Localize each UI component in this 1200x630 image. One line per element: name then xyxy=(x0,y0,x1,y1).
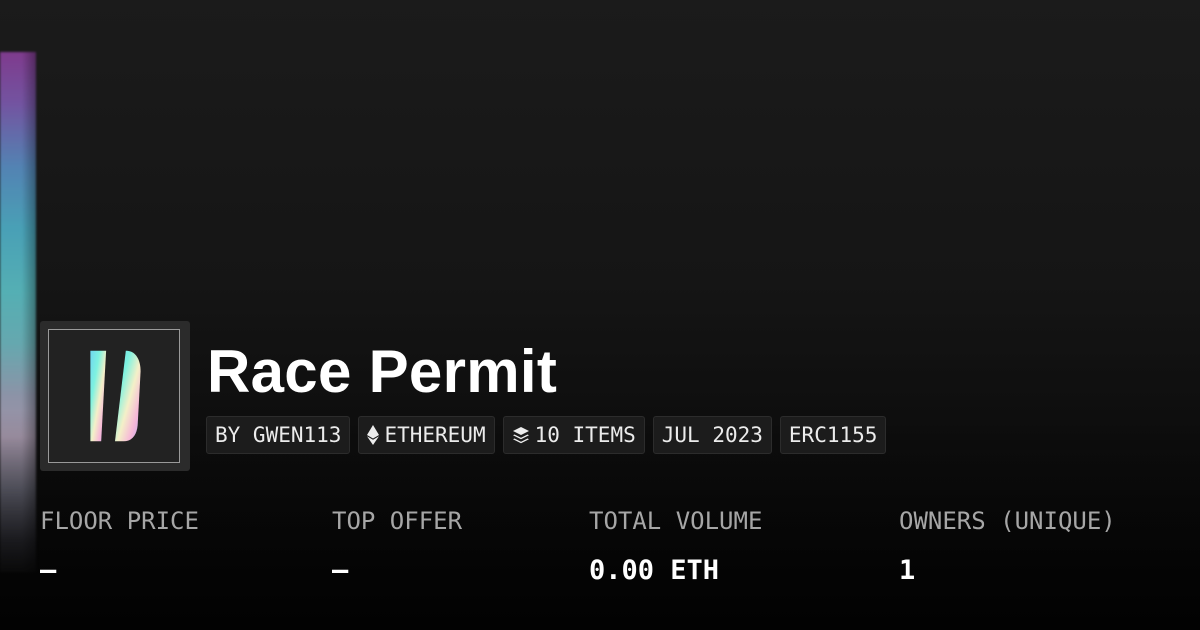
ethereum-icon xyxy=(367,425,380,445)
collection-stats: FLOOR PRICE – TOP OFFER – TOTAL VOLUME 0… xyxy=(0,503,1200,613)
standard-label: ERC1155 xyxy=(788,423,878,447)
owners-label: OWNERS (UNIQUE) xyxy=(899,507,1116,535)
floor-price-stat: FLOOR PRICE – xyxy=(40,503,199,589)
chain-tag[interactable]: ETHEREUM xyxy=(358,416,495,454)
layers-icon xyxy=(512,426,530,444)
floor-price-label: FLOOR PRICE xyxy=(40,507,199,535)
top-offer-label: TOP OFFER xyxy=(332,507,463,535)
items-tag[interactable]: 10 ITEMS xyxy=(502,416,645,454)
items-label: 10 ITEMS xyxy=(534,423,636,447)
floor-price-value: – xyxy=(40,555,57,586)
race-permit-logo-icon xyxy=(90,350,141,442)
top-offer-value: – xyxy=(332,555,349,586)
top-offer-stat: TOP OFFER – xyxy=(332,503,462,589)
owners-value: 1 xyxy=(899,555,916,586)
total-volume-stat: TOTAL VOLUME 0.00 ETH xyxy=(589,503,762,589)
logo-frame xyxy=(48,329,180,463)
collection-tags: BY GWEN113 ETHEREUM 10 ITEMS JUL 2023 ER… xyxy=(206,416,887,454)
creator-label: BY GWEN113 xyxy=(215,423,342,447)
date-label: JUL 2023 xyxy=(661,423,763,447)
owners-stat: OWNERS (UNIQUE) 1 xyxy=(899,503,1116,589)
total-volume-value: 0.00 ETH xyxy=(589,555,720,586)
standard-tag: ERC1155 xyxy=(779,416,887,454)
chain-label: ETHEREUM xyxy=(384,423,486,447)
date-tag: JUL 2023 xyxy=(652,416,772,454)
collection-preview-card: Race Permit BY GWEN113 ETHEREUM 10 ITEMS… xyxy=(0,0,1200,630)
collection-logo[interactable] xyxy=(40,321,190,471)
total-volume-label: TOTAL VOLUME xyxy=(589,507,763,535)
creator-tag[interactable]: BY GWEN113 xyxy=(206,416,351,454)
collection-title: Race Permit xyxy=(207,338,558,405)
